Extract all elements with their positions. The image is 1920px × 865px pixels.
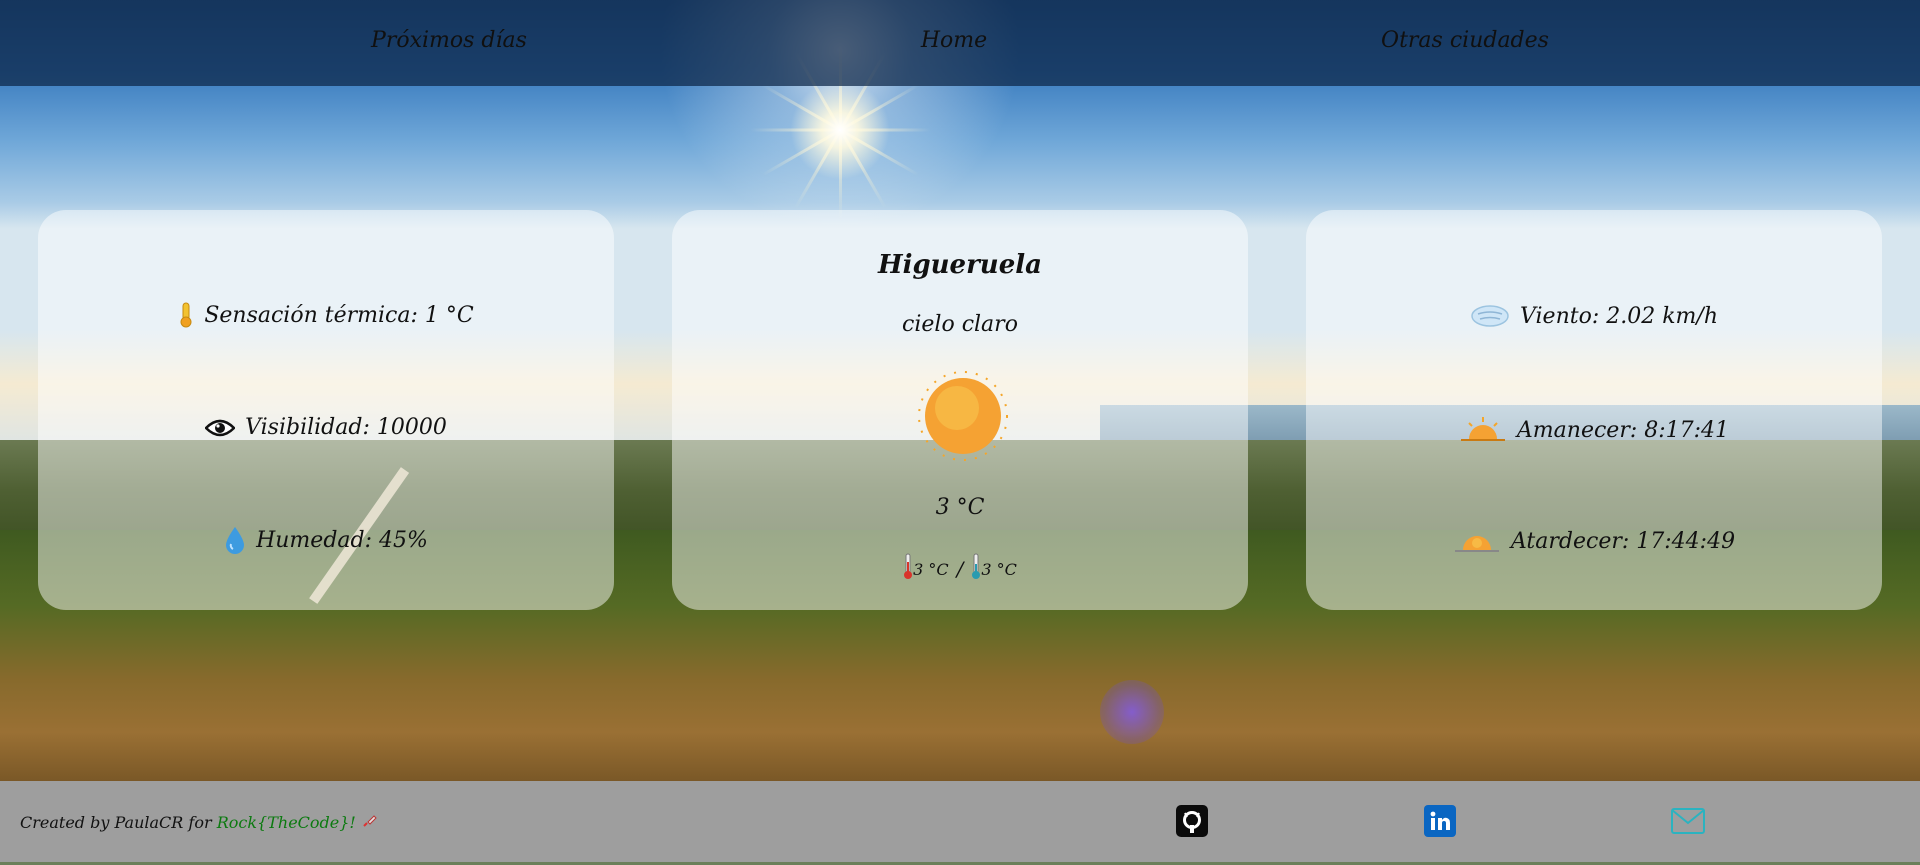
sunrise-row: Amanecer: 8:17:41	[1306, 415, 1882, 445]
footer: Created by PaulaCR for Rock{TheCode}!	[0, 781, 1920, 862]
visibility-text: Visibilidad: 10000	[245, 415, 447, 440]
nav-link-otras-ciudades[interactable]: Otras ciudades	[1381, 0, 1549, 86]
sun-icon	[915, 368, 1011, 468]
min-temperature: 3 °C	[981, 559, 1017, 579]
wind-cloud-icon	[1470, 302, 1510, 330]
eye-icon	[205, 418, 236, 438]
feels-like-text: Sensación térmica: 1 °C	[204, 302, 474, 328]
max-temperature: 3 °C	[913, 559, 949, 579]
rockthecode-link[interactable]: Rock{TheCode}!	[217, 813, 356, 832]
thermometer-cold-icon	[971, 553, 981, 585]
rocket-icon	[361, 813, 377, 832]
sunset-row: Atardecer: 17:44:49	[1306, 526, 1882, 556]
temperature-separator: /	[956, 557, 964, 581]
details-card-right: Viento: 2.02 km/h Amanecer: 8:17:41 Atar…	[1306, 210, 1882, 610]
sunrise-icon	[1459, 415, 1507, 445]
nav-link-proximos-dias[interactable]: Próximos días	[371, 0, 527, 86]
weather-description: cielo claro	[902, 312, 1018, 337]
wind-row: Viento: 2.02 km/h	[1306, 302, 1882, 330]
visibility-row: Visibilidad: 10000	[38, 415, 614, 440]
sunrise-text: Amanecer: 8:17:41	[1516, 417, 1730, 443]
weather-card-main: Higueruela cielo claro 3 °C 3 °C / 3 °C	[672, 210, 1248, 610]
humidity-text: Humedad: 45%	[256, 527, 428, 553]
thermometer-warm-icon	[178, 302, 194, 328]
nav-link-home[interactable]: Home	[921, 0, 987, 86]
github-icon[interactable]	[1176, 805, 1208, 837]
wind-text: Viento: 2.02 km/h	[1520, 303, 1718, 329]
sunset-text: Atardecer: 17:44:49	[1510, 528, 1736, 554]
thermometer-hot-icon	[903, 553, 913, 585]
linkedin-icon[interactable]	[1424, 805, 1456, 837]
current-temperature: 3 °C	[935, 495, 985, 520]
city-name: Higueruela	[878, 250, 1042, 280]
footer-credit: Created by PaulaCR for Rock{TheCode}!	[20, 781, 377, 862]
sunset-icon	[1453, 526, 1501, 556]
email-icon[interactable]	[1671, 805, 1705, 837]
credit-text: Created by PaulaCR for	[20, 813, 217, 832]
min-max-temperature: 3 °C / 3 °C	[672, 553, 1248, 585]
feels-like-row: Sensación térmica: 1 °C	[38, 302, 614, 328]
navbar: Próximos días Home Otras ciudades	[0, 0, 1920, 86]
water-drop-icon	[224, 526, 246, 554]
humidity-row: Humedad: 45%	[38, 526, 614, 554]
details-card-left: Sensación térmica: 1 °C Visibilidad: 100…	[38, 210, 614, 610]
